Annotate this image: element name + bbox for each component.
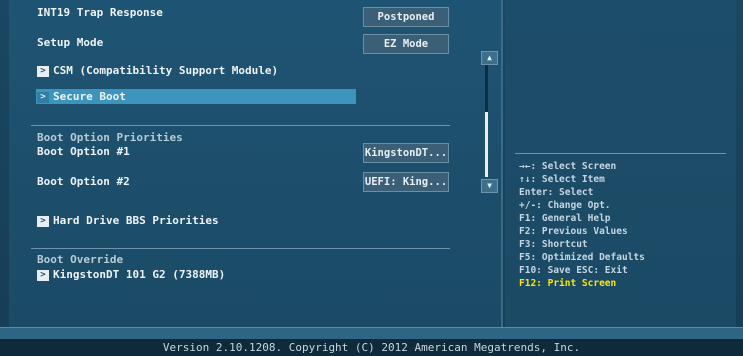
boot-override-heading: Boot Override	[37, 253, 124, 266]
boot-override-label: KingstonDT 101 G2 (7388MB)	[53, 268, 226, 281]
help-divider	[515, 153, 726, 154]
help-f2: F2: Previous Values	[519, 226, 628, 237]
boot-option-1-label: Boot Option #1	[37, 145, 130, 158]
secure-boot-submenu[interactable]: > Secure Boot	[37, 90, 126, 103]
submenu-arrow-icon: >	[37, 65, 49, 77]
setup-mode-label: Setup Mode	[37, 36, 104, 49]
help-select-screen: →←: Select Screen	[519, 161, 617, 172]
section-divider	[31, 125, 450, 126]
help-select-item: ↑↓: Select Item	[519, 174, 605, 185]
boot-override-item[interactable]: > KingstonDT 101 G2 (7388MB)	[37, 268, 225, 281]
help-enter-select: Enter: Select	[519, 187, 594, 198]
help-change-opt: +/-: Change Opt.	[519, 200, 611, 211]
boot-option-1-button[interactable]: KingstonDT...	[363, 143, 449, 163]
scroll-up-button[interactable]: ▲	[481, 51, 498, 65]
boot-option-2-label: Boot Option #2	[37, 175, 130, 188]
hdd-bbs-submenu[interactable]: > Hard Drive BBS Priorities	[37, 214, 219, 227]
section-divider	[31, 248, 450, 249]
scrollbar-thumb[interactable]	[485, 112, 488, 177]
secure-boot-label: Secure Boot	[53, 90, 126, 103]
csm-label: CSM (Compatibility Support Module)	[53, 64, 279, 77]
submenu-arrow-icon: >	[37, 91, 49, 103]
submenu-arrow-icon: >	[37, 269, 49, 281]
int19-label: INT19 Trap Response	[37, 6, 163, 19]
submenu-arrow-icon: >	[37, 215, 49, 227]
int19-value-button[interactable]: Postponed	[363, 7, 449, 27]
boot-priorities-heading: Boot Option Priorities	[37, 131, 183, 144]
boot-option-2-button[interactable]: UEFI: King...	[363, 172, 449, 192]
help-f1: F1: General Help	[519, 213, 611, 224]
csm-submenu[interactable]: > CSM (Compatibility Support Module)	[37, 64, 278, 77]
version-footer: Version 2.10.1208. Copyright (C) 2012 Am…	[0, 339, 743, 356]
scroll-down-button[interactable]: ▼	[481, 179, 498, 193]
setup-mode-value-button[interactable]: EZ Mode	[363, 34, 449, 54]
hdd-bbs-label: Hard Drive BBS Priorities	[53, 214, 219, 227]
help-f10: F10: Save ESC: Exit	[519, 265, 628, 276]
help-f3: F3: Shortcut	[519, 239, 588, 250]
help-f12: F12: Print Screen	[519, 278, 617, 289]
help-f5: F5: Optimized Defaults	[519, 252, 645, 263]
